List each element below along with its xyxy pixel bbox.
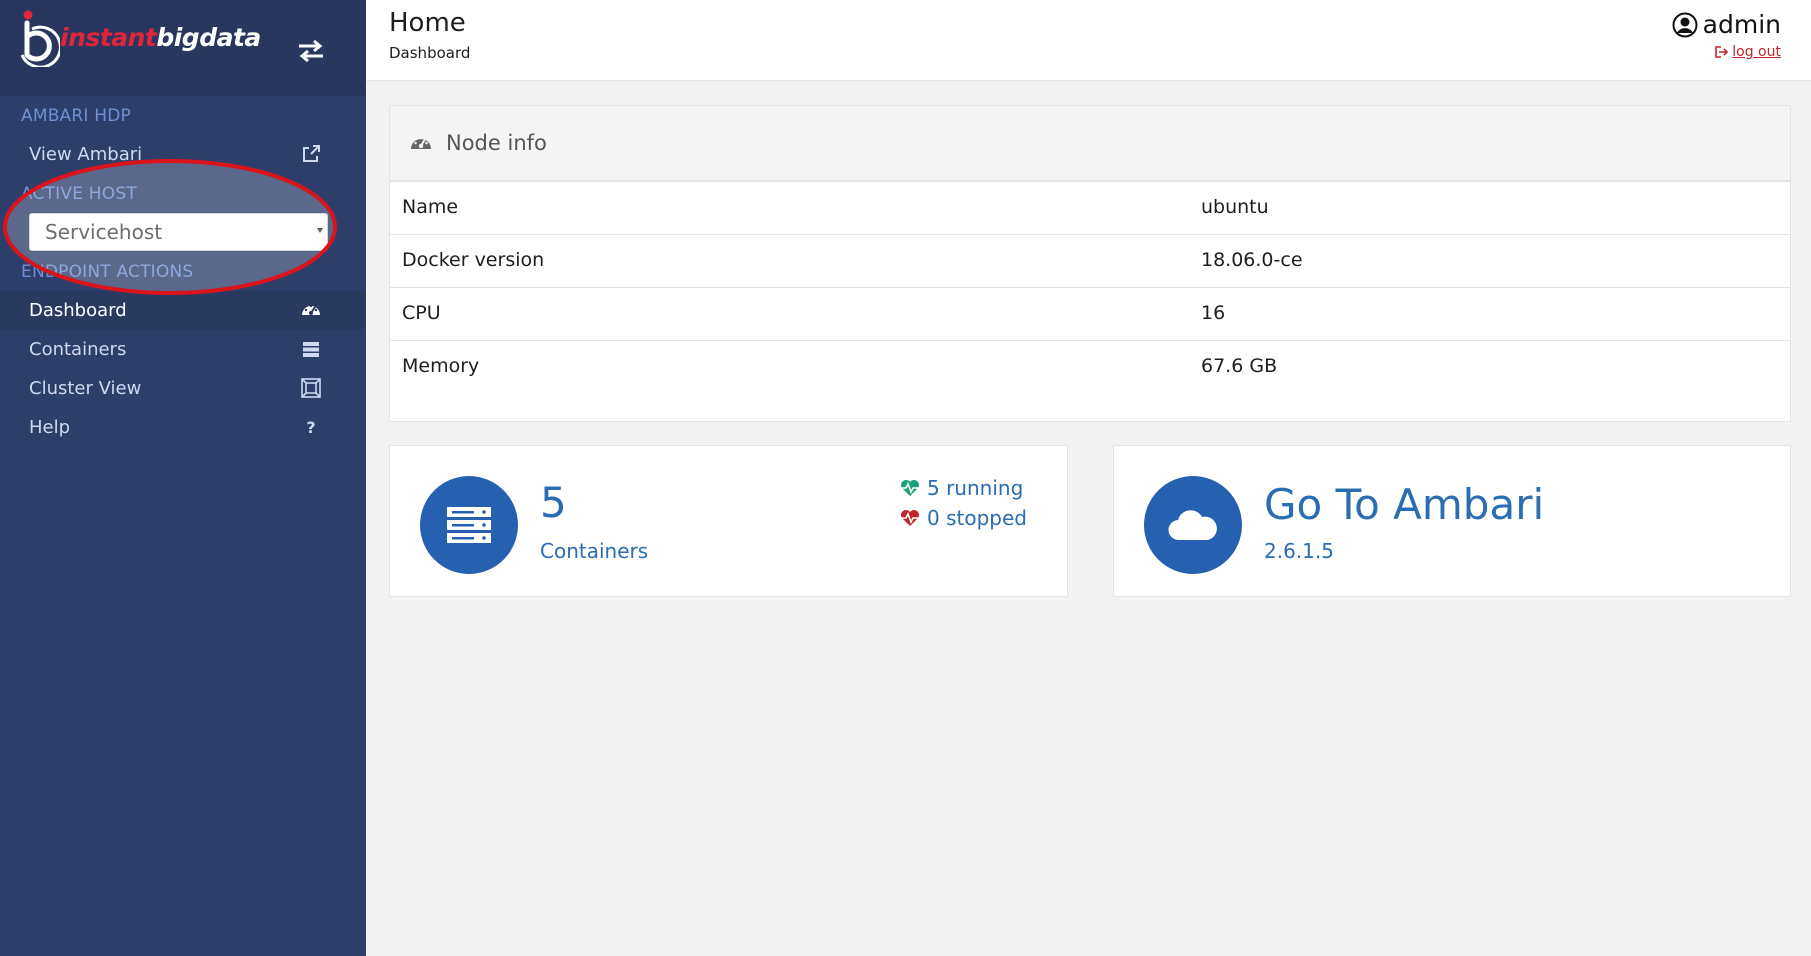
- sidebar-header: instantbigdata: [0, 0, 366, 96]
- table-row: Memory 67.6 GB: [390, 341, 1790, 394]
- table-row: CPU 16: [390, 288, 1790, 341]
- dashboard-icon: [411, 136, 431, 149]
- breadcrumb: Dashboard: [389, 44, 471, 62]
- sidebar-toggle-icon[interactable]: [296, 38, 326, 64]
- dashboard-icon: [302, 304, 320, 315]
- row-value: ubuntu: [1201, 196, 1269, 218]
- containers-icon: [447, 507, 491, 543]
- row-value: 16: [1201, 302, 1226, 324]
- cloud-icon: [1168, 510, 1217, 541]
- go-to-ambari-link[interactable]: Go To Ambari: [1264, 480, 1544, 529]
- containers-card: 5 Containers 5 running 0 stopped: [389, 445, 1068, 597]
- row-key: Docker version: [402, 249, 545, 271]
- panel-title: Node info: [446, 131, 547, 155]
- sidebar-item-containers[interactable]: Containers: [0, 330, 366, 368]
- table-row: Docker version 18.06.0-ce: [390, 235, 1790, 288]
- sidebar-item-label: Containers: [29, 338, 127, 360]
- active-host-select[interactable]: Servicehost: [29, 213, 328, 251]
- sidebar-item-view-ambari[interactable]: View Ambari: [0, 135, 366, 173]
- stopped-count: 0 stopped: [927, 506, 1027, 530]
- active-host-value: Servicehost: [45, 220, 163, 244]
- heartbeat-running-icon: [901, 480, 919, 496]
- help-icon: ?: [306, 417, 316, 437]
- brand-part1: instant: [60, 22, 157, 52]
- top-header: Home Dashboard admin log out: [366, 0, 1811, 81]
- containers-circle-button[interactable]: [420, 476, 518, 574]
- sidebar-item-label: Cluster View: [29, 377, 142, 399]
- running-count: 5 running: [927, 476, 1024, 500]
- user-name: admin: [1702, 10, 1781, 39]
- logo-mark-icon: [20, 10, 60, 67]
- node-info-panel: Node info Name ubuntu Docker version 18.…: [389, 105, 1791, 422]
- row-key: Name: [402, 196, 459, 218]
- chevron-down-icon: [317, 228, 323, 233]
- cluster-view-icon: [301, 378, 321, 398]
- node-info-table: Name ubuntu Docker version 18.06.0-ce CP…: [390, 182, 1790, 394]
- section-active-host: ACTIVE HOST: [21, 184, 137, 204]
- row-key: Memory: [402, 355, 480, 377]
- containers-icon: [303, 342, 319, 357]
- containers-count: 5: [540, 478, 567, 527]
- page-title: Home: [389, 8, 466, 38]
- ambari-card: Go To Ambari 2.6.1.5: [1113, 445, 1791, 597]
- heartbeat-stopped-icon: [901, 510, 919, 526]
- row-value: 18.06.0-ce: [1201, 249, 1303, 271]
- brand-logo[interactable]: instantbigdata: [20, 6, 261, 68]
- containers-link[interactable]: Containers: [540, 539, 648, 563]
- sidebar-item-cluster-view[interactable]: Cluster View: [0, 369, 366, 407]
- user-menu[interactable]: admin: [1672, 10, 1781, 39]
- external-link-icon: [303, 145, 320, 162]
- sidebar-item-label: Dashboard: [29, 299, 127, 321]
- sidebar-item-help[interactable]: Help ?: [0, 408, 366, 446]
- sidebar-item-label: Help: [29, 416, 71, 438]
- sidebar-item-dashboard[interactable]: Dashboard: [0, 291, 366, 329]
- stopped-status: 0 stopped: [900, 506, 1027, 530]
- running-status: 5 running: [900, 476, 1023, 500]
- brand-name: instantbigdata: [60, 23, 261, 52]
- brand-part2: bigdata: [156, 22, 261, 52]
- row-key: CPU: [402, 302, 441, 324]
- table-row: Name ubuntu: [390, 182, 1790, 235]
- row-value: 67.6 GB: [1201, 355, 1278, 377]
- ambari-circle-button[interactable]: [1144, 476, 1242, 574]
- node-info-header: Node info: [390, 106, 1790, 182]
- logout-icon: [1715, 46, 1729, 58]
- logout-label: log out: [1732, 44, 1781, 60]
- sidebar: instantbigdata AMBARI HDP View Ambari AC…: [0, 0, 366, 956]
- section-endpoint-actions: ENDPOINT ACTIONS: [21, 262, 194, 282]
- section-ambari-hdp: AMBARI HDP: [21, 106, 131, 126]
- sidebar-item-label: View Ambari: [29, 143, 143, 165]
- logout-link[interactable]: log out: [1715, 44, 1781, 60]
- user-avatar-icon: [1672, 12, 1698, 37]
- ambari-version: 2.6.1.5: [1264, 539, 1334, 563]
